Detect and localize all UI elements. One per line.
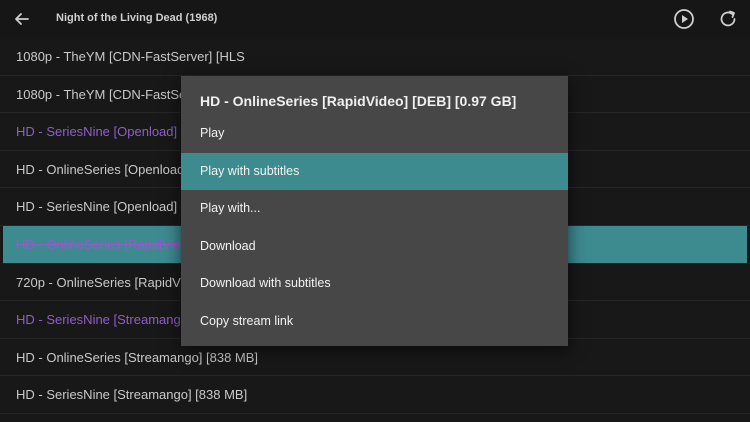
menu-item-copy-stream-link[interactable]: Copy stream link (181, 303, 568, 341)
menu-item-label: Play with subtitles (200, 163, 300, 178)
stream-row[interactable]: HD - SeriesNine [Streamango] [838 MB] (0, 376, 750, 414)
play-circle-icon[interactable] (673, 8, 695, 30)
refresh-icon[interactable] (717, 8, 739, 30)
stream-label: HD - SeriesNine [Streamango] [838 MB] (16, 387, 248, 403)
menu-options: Play Play with subtitles Play with... Do… (181, 115, 568, 340)
menu-item-play[interactable]: Play (181, 115, 568, 153)
menu-item-label: Play with... (200, 201, 261, 215)
top-bar: Night of the Living Dead (1968) (0, 0, 750, 38)
menu-item-label: Download (200, 238, 256, 253)
menu-item-play-with-subtitles[interactable]: Play with subtitles (181, 152, 568, 190)
menu-item-play-with[interactable]: Play with... (181, 190, 568, 228)
back-arrow-icon[interactable] (12, 9, 32, 29)
stream-label: 1080p - TheYM [CDN-FastServer] [HLS (16, 49, 245, 64)
page-title: Night of the Living Dead (1968) (56, 12, 218, 24)
context-menu-dialog: HD - OnlineSeries [RapidVideo] [DEB] [0.… (181, 76, 568, 346)
menu-item-download-with-subtitles[interactable]: Download with subtitles (181, 265, 568, 303)
menu-item-label: Play (200, 126, 225, 140)
menu-item-label: Copy stream link (200, 313, 294, 328)
stream-row[interactable]: 1080p - TheYM [CDN-FastServer] [HLS (0, 38, 750, 76)
stream-label: HD - OnlineSeries [Streamango] [838 MB] (16, 349, 259, 365)
menu-item-label: Download with subtitles (200, 276, 331, 290)
dialog-title: HD - OnlineSeries [RapidVideo] [DEB] [0.… (200, 93, 517, 109)
menu-item-download[interactable]: Download (181, 228, 568, 266)
